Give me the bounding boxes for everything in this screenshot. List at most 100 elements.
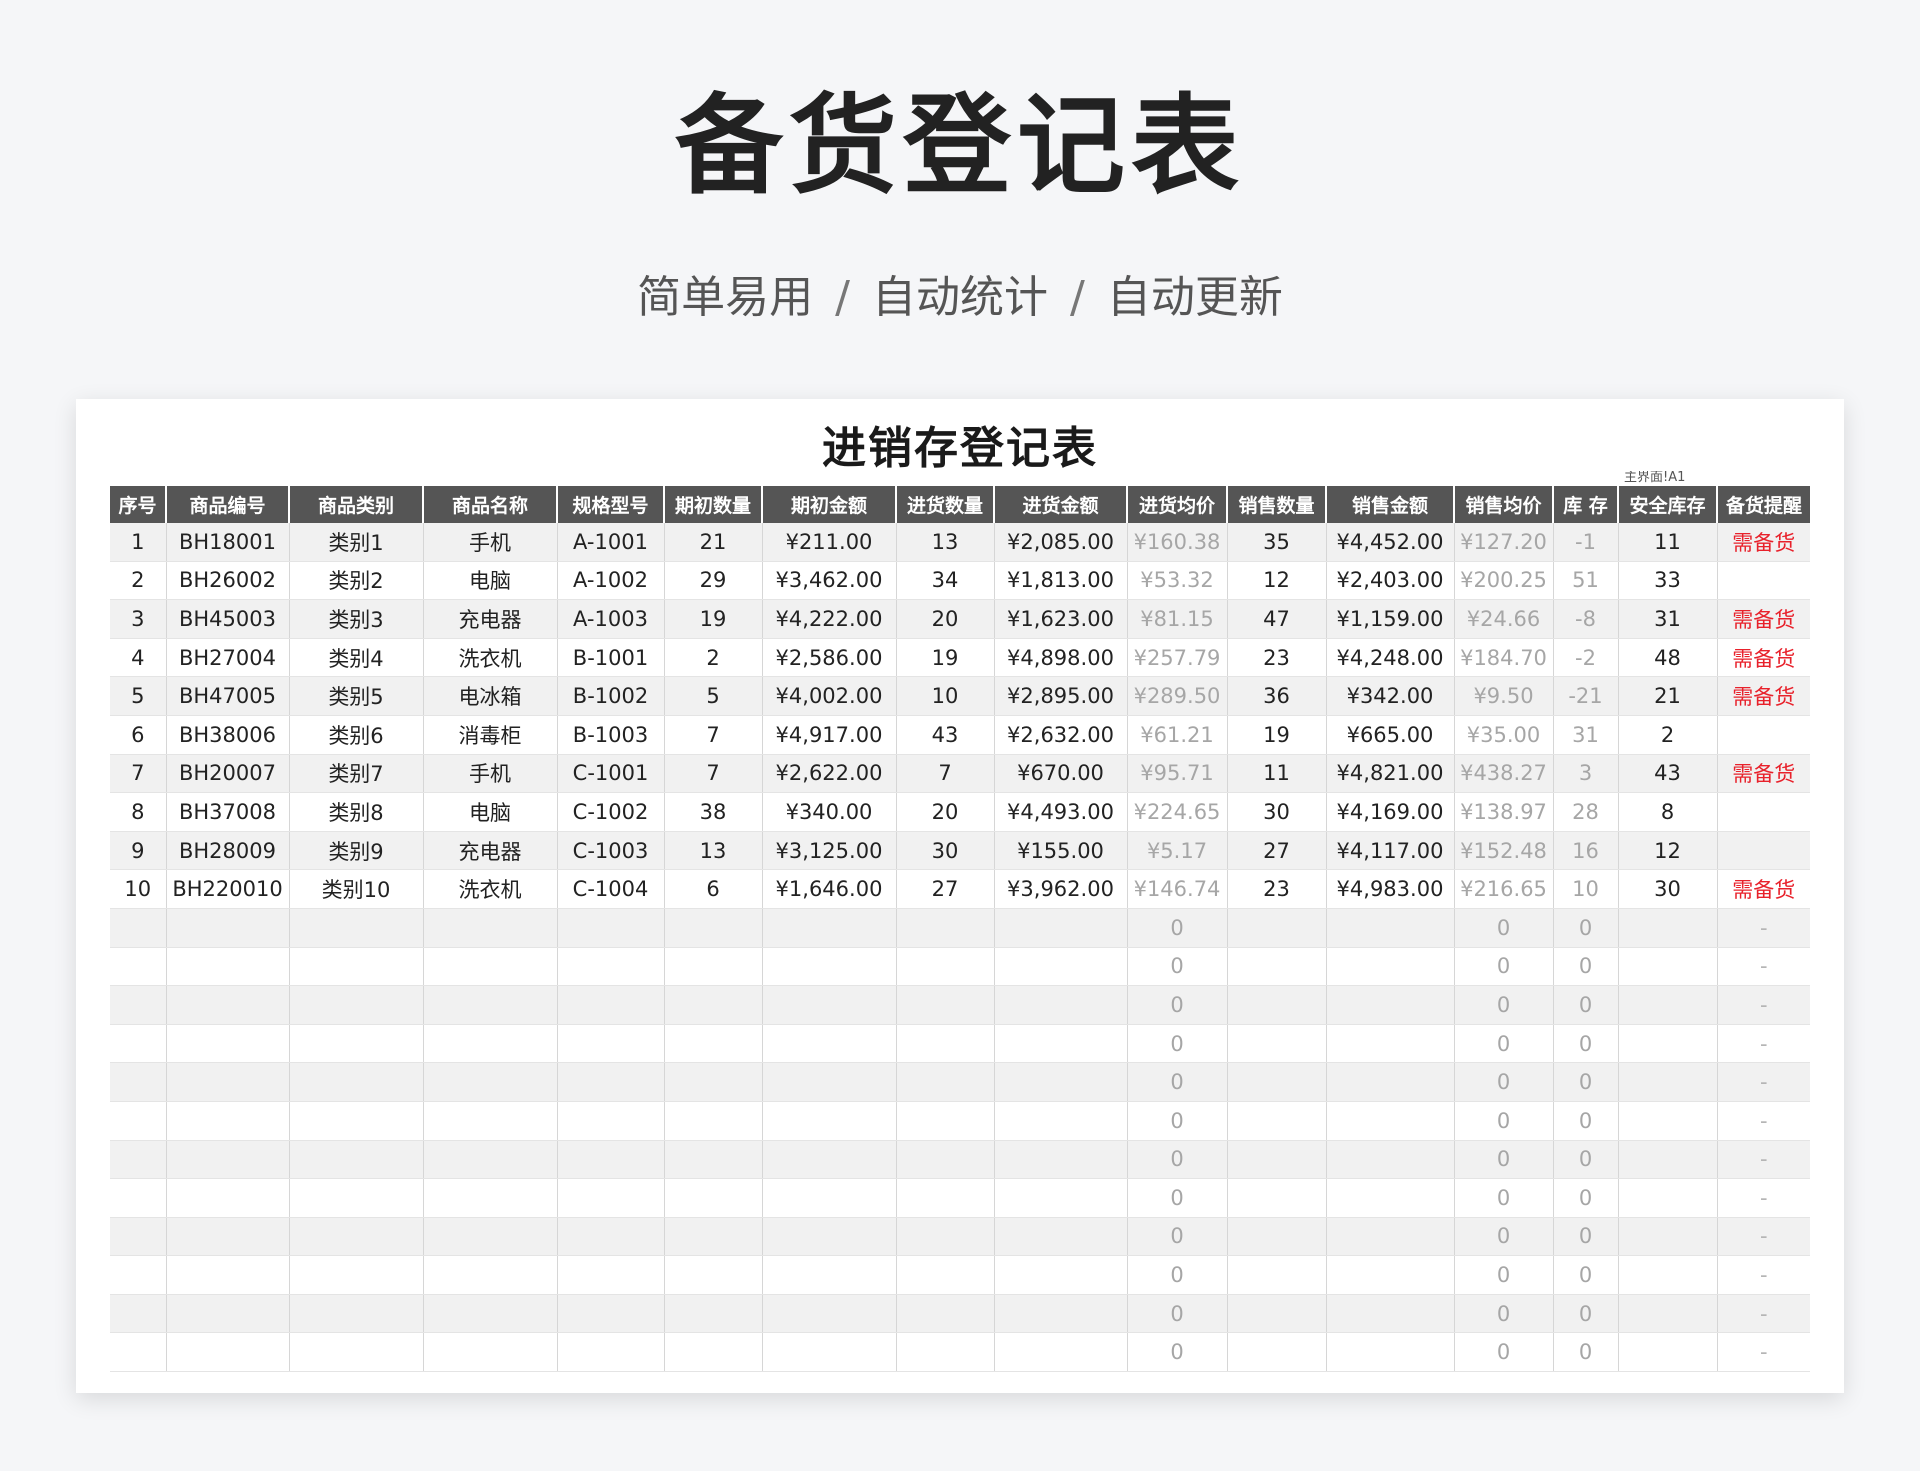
table-cell[interactable]: 0	[1127, 985, 1228, 1025]
table-cell[interactable]: 19	[896, 638, 995, 678]
table-cell[interactable]: 10	[110, 869, 167, 909]
table-cell[interactable]	[166, 1024, 290, 1064]
column-header[interactable]: 商品名称	[423, 486, 558, 523]
table-cell[interactable]: ¥53.32	[1127, 561, 1228, 601]
table-cell[interactable]	[896, 908, 995, 948]
table-cell[interactable]: 43	[896, 715, 995, 755]
table-cell[interactable]	[664, 1255, 763, 1295]
table-cell[interactable]: -	[1717, 1178, 1810, 1218]
table-cell[interactable]	[1227, 985, 1327, 1025]
table-cell[interactable]	[664, 1101, 763, 1141]
table-cell[interactable]: 0	[1454, 908, 1554, 948]
table-cell[interactable]: 13	[896, 523, 995, 562]
table-cell[interactable]: BH37008	[166, 792, 290, 832]
table-cell[interactable]: 8	[1618, 792, 1718, 832]
table-cell[interactable]	[1326, 1294, 1455, 1334]
table-cell[interactable]	[289, 947, 424, 987]
table-cell[interactable]	[664, 1217, 763, 1257]
column-header[interactable]: 进货均价	[1127, 486, 1228, 523]
table-cell[interactable]	[166, 1101, 290, 1141]
table-cell[interactable]: BH47005	[166, 676, 290, 716]
table-cell[interactable]: 27	[896, 869, 995, 909]
table-cell[interactable]	[1618, 908, 1718, 948]
table-cell[interactable]: -2	[1553, 638, 1619, 678]
table-cell[interactable]: 21	[664, 523, 763, 562]
table-cell[interactable]: 34	[896, 561, 995, 601]
home-link[interactable]: 主界面!A1	[1624, 471, 1685, 485]
table-cell[interactable]: 51	[1553, 561, 1619, 601]
table-cell[interactable]: 电脑	[423, 561, 558, 601]
table-cell[interactable]	[289, 1255, 424, 1295]
table-cell[interactable]	[896, 1140, 995, 1180]
table-cell[interactable]: ¥2,632.00	[994, 715, 1128, 755]
table-cell[interactable]: -8	[1553, 599, 1619, 639]
table-cell[interactable]: 电冰箱	[423, 676, 558, 716]
table-cell[interactable]	[289, 1024, 424, 1064]
table-cell[interactable]: 29	[664, 561, 763, 601]
table-cell[interactable]	[1227, 1178, 1327, 1218]
table-cell[interactable]: ¥4,493.00	[994, 792, 1128, 832]
table-cell[interactable]: ¥127.20	[1454, 523, 1554, 562]
table-cell[interactable]: 31	[1618, 599, 1718, 639]
table-cell[interactable]: 12	[1618, 831, 1718, 871]
table-cell[interactable]	[1618, 1332, 1718, 1373]
table-cell[interactable]	[557, 1217, 665, 1257]
table-cell[interactable]	[762, 1332, 897, 1373]
table-cell[interactable]	[994, 947, 1128, 987]
table-cell[interactable]	[1326, 947, 1455, 987]
table-cell[interactable]	[1227, 1294, 1327, 1334]
table-cell[interactable]: ¥224.65	[1127, 792, 1228, 832]
column-header[interactable]: 安全库存	[1618, 486, 1718, 523]
table-cell[interactable]	[557, 985, 665, 1025]
table-cell[interactable]: A-1002	[557, 561, 665, 601]
table-cell[interactable]: -	[1717, 1140, 1810, 1180]
table-cell[interactable]	[557, 1294, 665, 1334]
table-cell[interactable]: ¥4,898.00	[994, 638, 1128, 678]
table-cell[interactable]: 21	[1618, 676, 1718, 716]
table-cell[interactable]: ¥35.00	[1454, 715, 1554, 755]
table-cell[interactable]: 23	[1227, 869, 1327, 909]
table-cell[interactable]: ¥211.00	[762, 523, 897, 562]
table-cell[interactable]: 0	[1553, 985, 1619, 1025]
table-cell[interactable]	[557, 908, 665, 948]
table-cell[interactable]: B-1002	[557, 676, 665, 716]
table-cell[interactable]: 0	[1127, 908, 1228, 948]
table-cell[interactable]	[110, 1062, 167, 1102]
table-cell[interactable]	[896, 1178, 995, 1218]
table-cell[interactable]: 充电器	[423, 599, 558, 639]
table-cell[interactable]	[896, 985, 995, 1025]
table-cell[interactable]: -	[1717, 947, 1810, 987]
table-cell[interactable]	[289, 1294, 424, 1334]
table-cell[interactable]	[1227, 908, 1327, 948]
table-cell[interactable]: -	[1717, 1062, 1810, 1102]
table-cell[interactable]: ¥4,452.00	[1326, 523, 1455, 562]
table-cell[interactable]	[762, 1140, 897, 1180]
table-cell[interactable]	[289, 1332, 424, 1373]
table-cell[interactable]	[166, 1178, 290, 1218]
table-cell[interactable]: ¥4,983.00	[1326, 869, 1455, 909]
table-cell[interactable]	[762, 985, 897, 1025]
table-cell[interactable]: 13	[664, 831, 763, 871]
table-cell[interactable]: ¥2,895.00	[994, 676, 1128, 716]
table-cell[interactable]	[1618, 1178, 1718, 1218]
table-cell[interactable]	[1326, 1062, 1455, 1102]
table-cell[interactable]: 类别7	[289, 754, 424, 794]
table-cell[interactable]: 类别1	[289, 523, 424, 562]
table-cell[interactable]	[289, 1101, 424, 1141]
table-cell[interactable]	[896, 1255, 995, 1295]
table-cell[interactable]	[762, 1217, 897, 1257]
table-cell[interactable]: -1	[1553, 523, 1619, 562]
table-cell[interactable]: 需备货	[1717, 869, 1810, 909]
table-cell[interactable]	[994, 1217, 1128, 1257]
table-cell[interactable]: 0	[1454, 1255, 1554, 1295]
table-cell[interactable]	[1227, 1140, 1327, 1180]
table-cell[interactable]: 类别9	[289, 831, 424, 871]
table-cell[interactable]: 充电器	[423, 831, 558, 871]
table-cell[interactable]	[1717, 831, 1810, 871]
table-cell[interactable]	[289, 1140, 424, 1180]
table-cell[interactable]: 0	[1553, 1178, 1619, 1218]
table-cell[interactable]: 0	[1454, 1332, 1554, 1373]
table-cell[interactable]	[423, 947, 558, 987]
column-header[interactable]: 序号	[110, 486, 167, 523]
table-cell[interactable]: ¥4,917.00	[762, 715, 897, 755]
